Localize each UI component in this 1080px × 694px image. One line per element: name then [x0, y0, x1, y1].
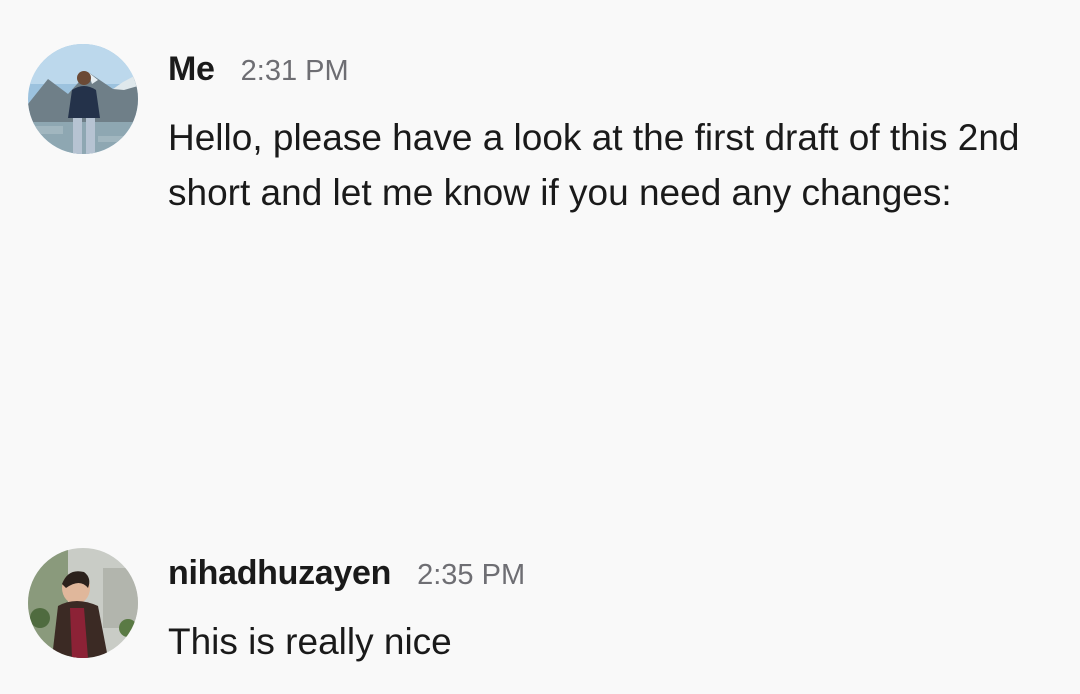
timestamp: 2:35 PM [417, 559, 526, 591]
message-header: Me 2:31 PM [168, 50, 349, 89]
message-text: Hello, please have a look at the first d… [168, 117, 1020, 213]
chat-message: Me 2:31 PM Hello, please have a look at … [0, 0, 1080, 300]
sender-name[interactable]: Me [168, 50, 215, 89]
avatar-photo [28, 44, 138, 154]
timestamp: 2:31 PM [240, 55, 349, 87]
avatar-photo [28, 548, 138, 658]
chat-message: nihadhuzayen 2:35 PM This is really nice [0, 520, 1080, 694]
avatar[interactable] [28, 548, 138, 658]
message-text: This is really nice [168, 621, 452, 662]
avatar[interactable] [28, 44, 138, 154]
sender-name[interactable]: nihadhuzayen [168, 554, 391, 593]
message-header: nihadhuzayen 2:35 PM [168, 554, 525, 593]
